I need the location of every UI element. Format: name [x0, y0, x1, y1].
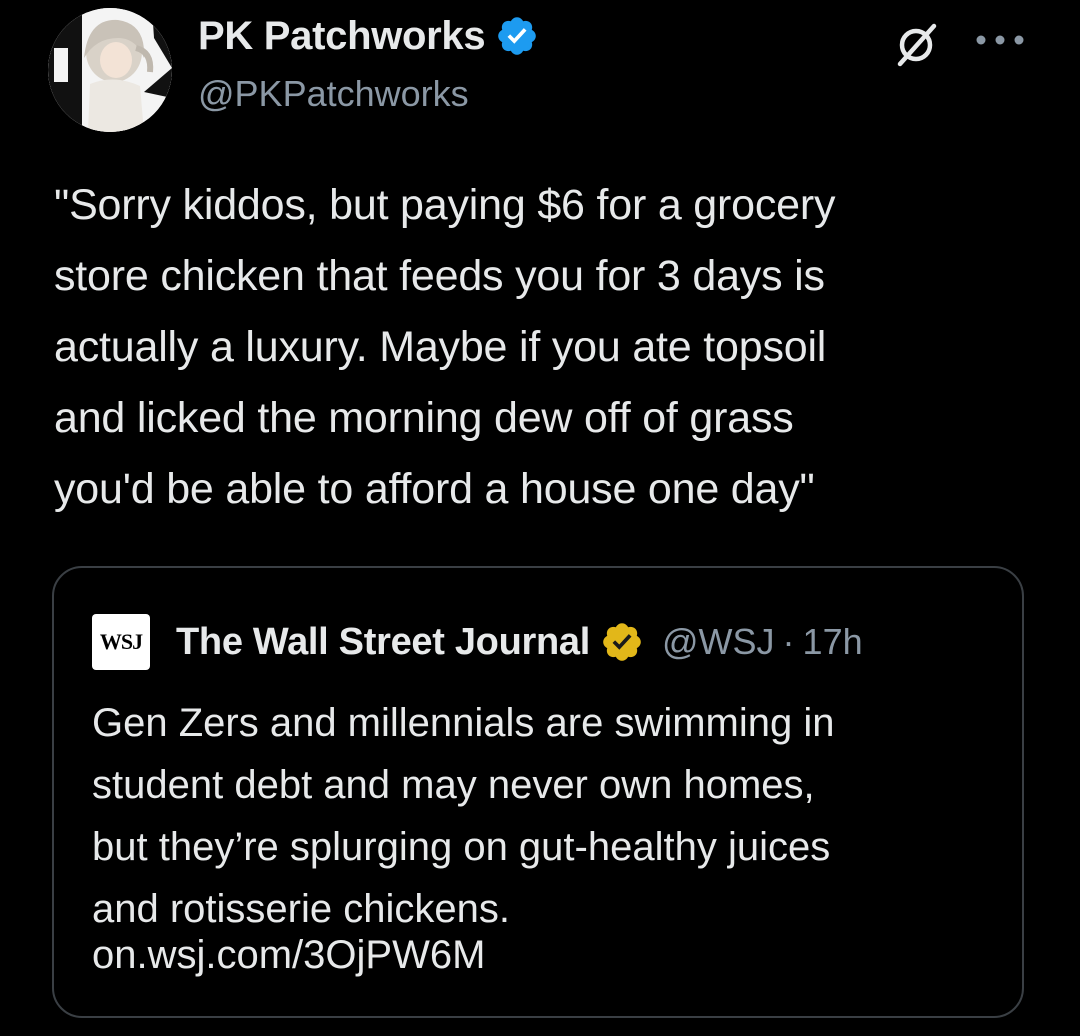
wsj-logo-text: WSJ: [99, 629, 143, 654]
author-display-name[interactable]: PK Patchworks: [198, 10, 486, 62]
meta-separator: ·: [782, 621, 795, 662]
author-avatar[interactable]: [48, 8, 172, 132]
grok-slash-icon[interactable]: [890, 18, 942, 70]
quoted-tweet-card[interactable]: WSJ The Wall Street Journal @WSJ · 17h G…: [52, 566, 1024, 1018]
quoted-tweet-text: Gen Zers and millennials are swimming in…: [92, 701, 835, 931]
tweet-card[interactable]: PK Patchworks @PKPatchworks "Sorry kiddo…: [0, 0, 1080, 1036]
tweet-text: "Sorry kiddos, but paying $6 for a groce…: [54, 181, 836, 513]
more-dots-icon[interactable]: [975, 34, 1025, 46]
wsj-logo-avatar[interactable]: WSJ: [92, 614, 150, 670]
quoted-author-name[interactable]: The Wall Street Journal: [176, 621, 590, 664]
quoted-tweet-link[interactable]: on.wsj.com/3OjPW6M: [92, 924, 485, 986]
verified-badge-icon[interactable]: [495, 14, 539, 58]
anime-girl-avatar-icon: [48, 8, 172, 132]
verified-gold-badge-icon[interactable]: [600, 620, 644, 664]
quoted-tweet-timestamp[interactable]: 17h: [803, 621, 863, 663]
quoted-tweet-header: WSJ The Wall Street Journal @WSJ · 17h: [92, 614, 863, 670]
quoted-author-handle[interactable]: @WSJ: [662, 621, 775, 663]
author-name-row: PK Patchworks: [198, 10, 539, 62]
author-handle[interactable]: @PKPatchworks: [198, 70, 469, 118]
